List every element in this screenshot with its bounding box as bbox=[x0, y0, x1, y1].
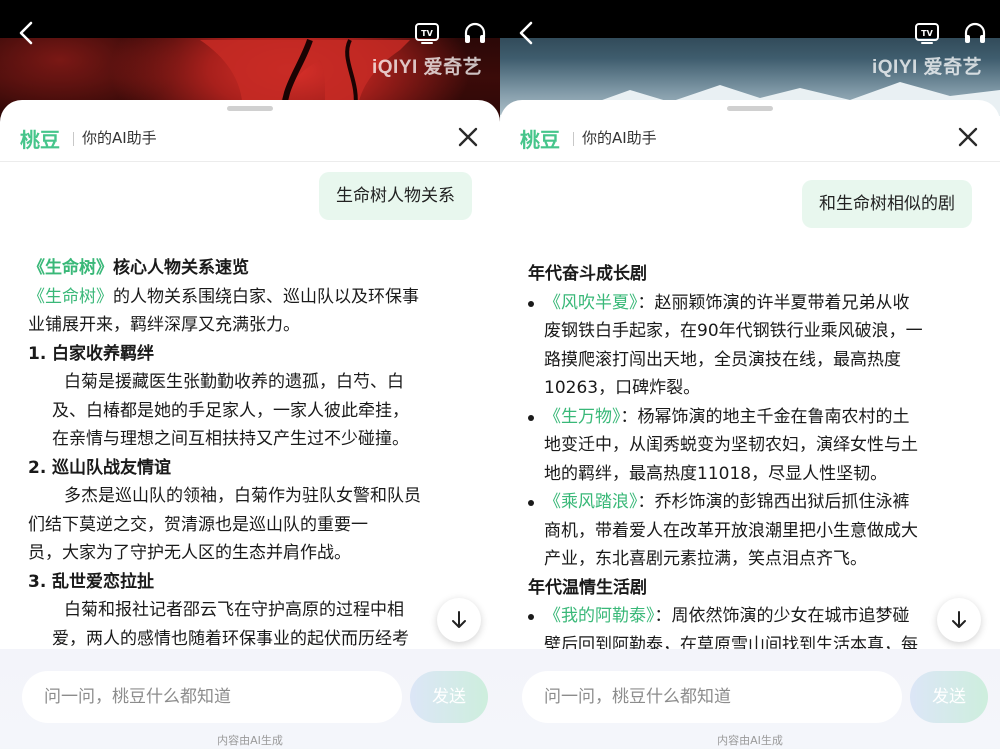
send-button[interactable]: 发送 bbox=[910, 671, 988, 723]
iqiyi-watermark: iQIYI 爱奇艺 bbox=[872, 57, 983, 78]
section-line: 员，大家为了守护无人区的生态并肩作战。 bbox=[28, 543, 351, 563]
question-input[interactable]: 问一问，桃豆什么都知道 bbox=[522, 671, 902, 723]
item-text: 废钢铁白手起家，在90年代钢铁行业乘风破浪，一 bbox=[544, 321, 923, 341]
section-line: 白菊和报社记者邵云飞在守护高原的过程中相 bbox=[64, 600, 404, 620]
section-title: 巡山队战友情谊 bbox=[52, 457, 171, 478]
assistant-subtitle: 你的AI助手 bbox=[82, 129, 157, 147]
tv-icon[interactable]: TV bbox=[414, 20, 440, 46]
drag-handle[interactable] bbox=[727, 106, 773, 111]
left-screen: TV iQIYI 爱奇艺 桃豆 你的AI助手 生命树人物关系 《生命树》核心人物… bbox=[0, 0, 500, 749]
item-text: ：赵丽颖饰演的许半夏带着兄弟从收 bbox=[637, 292, 910, 313]
recommendation-item: 《生万物》：杨幂饰演的地主千金在鲁南农村的土 地变迁中，从闺秀蜕变为坚韧农妇，演… bbox=[528, 403, 978, 489]
user-message-bubble: 生命树人物关系 bbox=[319, 172, 472, 220]
ai-assistant-panel: 桃豆 你的AI助手 和生命树相似的剧 年代奋斗成长剧 《风吹半夏》：赵丽颖饰演的… bbox=[500, 100, 1000, 749]
item-text: ：杨幂饰演的地主千金在鲁南农村的土 bbox=[620, 406, 910, 427]
back-icon[interactable] bbox=[14, 20, 40, 46]
headphones-icon[interactable] bbox=[962, 20, 988, 46]
headphones-icon[interactable] bbox=[462, 20, 488, 46]
category-heading: 年代奋斗成长剧 bbox=[528, 264, 647, 284]
user-message-bubble: 和生命树相似的剧 bbox=[802, 180, 972, 228]
section-number: 2. bbox=[28, 457, 47, 478]
work-link[interactable]: 《生万物》 bbox=[544, 407, 621, 427]
brand-name: 桃豆 bbox=[520, 130, 560, 152]
recommendation-item: 《风吹半夏》：赵丽颖饰演的许半夏带着兄弟从收 废钢铁白手起家，在90年代钢铁行业… bbox=[528, 289, 978, 403]
bullet-dot bbox=[528, 614, 534, 620]
section-title: 白家收养羁绊 bbox=[52, 343, 154, 364]
answer-title-text: 核心人物关系速览 bbox=[113, 258, 249, 278]
svg-text:TV: TV bbox=[921, 29, 933, 38]
tv-icon[interactable]: TV bbox=[914, 20, 940, 46]
section-line: 白菊是援藏医生张勤勤收养的遗孤，白芍、白 bbox=[64, 372, 404, 392]
brand-name: 桃豆 bbox=[20, 130, 60, 152]
bullet-dot bbox=[528, 300, 534, 307]
item-text: 路摸爬滚打闯出天地，全员演技在线，最高热度 bbox=[544, 349, 901, 370]
item-text: ：乔杉饰演的彭锦西出狱后抓住泳裤 bbox=[637, 492, 910, 512]
answer-title: 《生命树》核心人物关系速览 bbox=[28, 254, 478, 283]
work-link[interactable]: 《风吹半夏》 bbox=[544, 293, 638, 313]
category-heading: 年代温情生活剧 bbox=[528, 577, 647, 598]
section-heading: 3. 乱世爱恋拉扯 bbox=[28, 568, 478, 597]
iqiyi-watermark: iQIYI 爱奇艺 bbox=[372, 57, 483, 78]
intro-text: 的人物关系围绕白家、巡山队以及环保事 bbox=[113, 286, 419, 307]
intro-line: 《生命树》的人物关系围绕白家、巡山队以及环保事 bbox=[28, 283, 478, 312]
section-heading: 2. 巡山队战友情谊 bbox=[28, 454, 478, 483]
section-number: 1. bbox=[28, 343, 47, 364]
ai-assistant-panel: 桃豆 你的AI助手 生命树人物关系 《生命树》核心人物关系速览 《生命树》的人物… bbox=[0, 100, 500, 749]
section-title: 乱世爱恋拉扯 bbox=[52, 571, 154, 592]
work-link[interactable]: 《我的阿勒泰》 bbox=[544, 606, 655, 626]
question-input[interactable]: 问一问，桃豆什么都知道 bbox=[22, 671, 402, 723]
section-line: 及、白椿都是她的手足家人，一家人彼此牵挂， bbox=[52, 400, 409, 421]
work-link[interactable]: 《生命树》 bbox=[28, 287, 113, 307]
work-link[interactable]: 《生命树》 bbox=[28, 258, 113, 278]
item-text: 10263，口碑炸裂。 bbox=[544, 378, 701, 398]
ai-answer: 《生命树》核心人物关系速览 《生命树》的人物关系围绕白家、巡山队以及环保事 业铺… bbox=[28, 254, 478, 653]
recommendation-item: 《乘风踏浪》：乔杉饰演的彭锦西出狱后抓住泳裤 商机，带着爱人在改革开放浪潮里把小… bbox=[528, 488, 978, 574]
item-text: 商机，带着爱人在改革开放浪潮里把小生意做成大 bbox=[544, 520, 918, 541]
chat-area[interactable]: 和生命树相似的剧 年代奋斗成长剧 《风吹半夏》：赵丽颖饰演的许半夏带着兄弟从收 … bbox=[500, 163, 1000, 663]
item-text: 产业，东北喜剧元素拉满，笑点泪点齐飞。 bbox=[544, 549, 867, 569]
scroll-to-bottom-button[interactable] bbox=[937, 598, 981, 642]
ai-generated-note: 内容由AI生成 bbox=[717, 734, 783, 747]
header-divider bbox=[73, 132, 74, 146]
header-divider bbox=[573, 132, 574, 146]
intro-line: 业铺展开来，羁绊深厚又充满张力。 bbox=[28, 315, 300, 335]
item-text: 地变迁中，从闺秀蜕变为坚韧农妇，演绎女性与土 bbox=[544, 435, 918, 455]
ai-generated-note: 内容由AI生成 bbox=[217, 734, 283, 747]
section-line: 多杰是巡山队的领袖，白菊作为驻队女警和队员 bbox=[64, 486, 421, 506]
section-number: 3. bbox=[28, 571, 47, 592]
panel-header: 桃豆 你的AI助手 bbox=[0, 112, 500, 162]
input-bar: 问一问，桃豆什么都知道 发送 内容由AI生成 bbox=[500, 649, 1000, 748]
scroll-to-bottom-button[interactable] bbox=[437, 598, 481, 642]
assistant-subtitle: 你的AI助手 bbox=[582, 129, 657, 147]
arrow-down-icon bbox=[452, 611, 466, 628]
back-icon[interactable] bbox=[514, 20, 540, 46]
bullet-dot bbox=[528, 414, 534, 421]
chat-area[interactable]: 生命树人物关系 《生命树》核心人物关系速览 《生命树》的人物关系围绕白家、巡山队… bbox=[0, 163, 500, 663]
section-line: 们结下莫逆之交，贺清源也是巡山队的重要一 bbox=[28, 514, 368, 535]
input-bar: 问一问，桃豆什么都知道 发送 内容由AI生成 bbox=[0, 649, 500, 748]
bullet-dot bbox=[528, 500, 534, 506]
arrow-down-icon bbox=[952, 611, 966, 628]
item-text: 地的羁绊，最高热度11018，尽显人性坚韧。 bbox=[544, 463, 888, 484]
right-screen: TV iQIYI 爱奇艺 桃豆 你的AI助手 和生命树相似的剧 年代奋斗成长剧 … bbox=[500, 0, 1000, 749]
work-link[interactable]: 《乘风踏浪》 bbox=[544, 492, 638, 512]
close-icon[interactable] bbox=[956, 125, 980, 149]
item-text: ：周依然饰演的少女在城市追梦碰 bbox=[654, 606, 910, 626]
svg-text:TV: TV bbox=[421, 29, 433, 38]
ai-answer: 年代奋斗成长剧 《风吹半夏》：赵丽颖饰演的许半夏带着兄弟从收 废钢铁白手起家，在… bbox=[528, 260, 978, 659]
panel-header: 桃豆 你的AI助手 bbox=[500, 112, 1000, 162]
section-heading: 1. 白家收养羁绊 bbox=[28, 340, 478, 369]
send-button[interactable]: 发送 bbox=[410, 671, 488, 723]
drag-handle[interactable] bbox=[227, 106, 273, 111]
section-line: 在亲情与理想之间互相扶持又产生过不少碰撞。 bbox=[52, 429, 409, 449]
close-icon[interactable] bbox=[456, 125, 480, 149]
